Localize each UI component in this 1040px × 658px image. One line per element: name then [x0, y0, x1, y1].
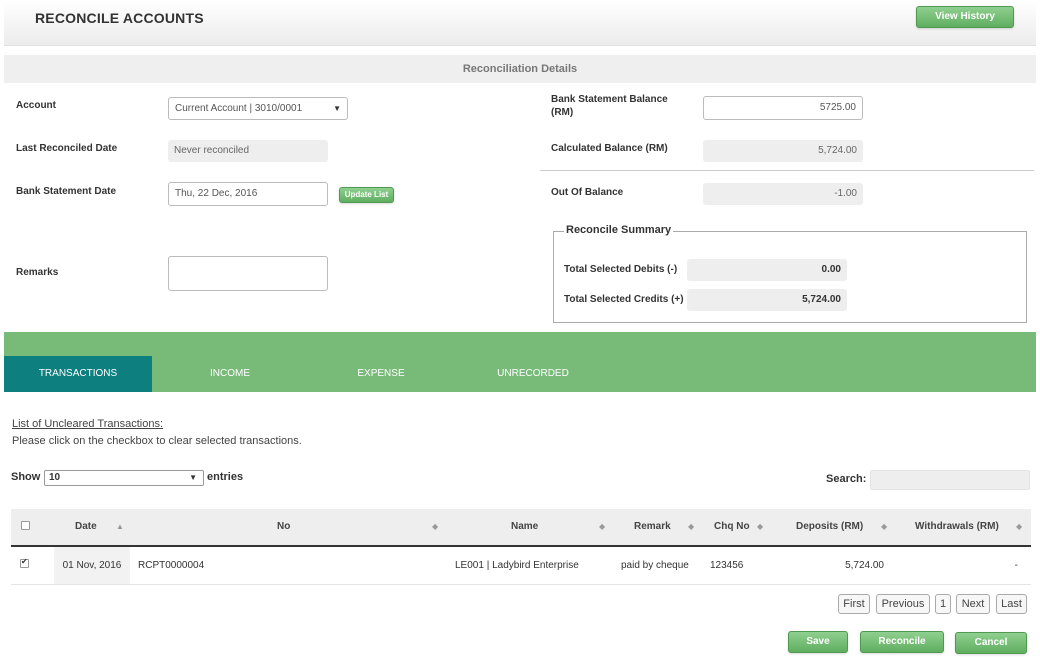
last-reconciled-value: Never reconciled [168, 140, 328, 162]
bank-balance-label: Bank Statement Balance [551, 94, 668, 105]
remarks-textarea[interactable] [168, 256, 328, 291]
column-deposits[interactable]: Deposits (RM) [796, 509, 863, 545]
column-remark[interactable]: Remark [634, 509, 671, 545]
row-checkbox[interactable] [20, 557, 29, 568]
tab-income[interactable]: INCOME [156, 356, 304, 392]
show-label: Show [11, 471, 41, 483]
page-title: RECONCILE ACCOUNTS [35, 10, 204, 26]
select-all-checkbox[interactable] [21, 521, 30, 530]
remarks-label: Remarks [16, 267, 59, 278]
credits-value: 5,724.00 [687, 289, 847, 311]
cell-chq-no: 123456 [710, 560, 744, 571]
divider [540, 170, 1034, 171]
bank-balance-input[interactable]: 5725.00 [703, 96, 863, 120]
out-of-balance-value: -1.00 [703, 183, 863, 205]
save-button[interactable]: Save [788, 631, 848, 653]
caret-down-icon: ▼ [189, 473, 197, 482]
out-of-balance-label: Out Of Balance [551, 187, 624, 198]
credits-label: Total Selected Credits (+) [564, 294, 684, 305]
column-date[interactable]: Date [75, 509, 97, 545]
search-label: Search: [826, 473, 867, 485]
pagination-last[interactable]: Last [996, 594, 1027, 614]
statement-date-label: Bank Statement Date [16, 186, 117, 197]
column-no[interactable]: No [277, 509, 290, 545]
statement-date-input[interactable]: Thu, 22 Dec, 2016 [168, 182, 328, 206]
pagination-page[interactable]: 1 [935, 594, 951, 614]
last-reconciled-label: Last Reconciled Date [16, 143, 118, 154]
sort-arrows-icon: ◆ [881, 522, 888, 531]
pagination-next[interactable]: Next [956, 594, 990, 614]
sort-arrows-icon: ◆ [599, 522, 606, 531]
bank-balance-label-unit: (RM) [551, 107, 574, 118]
pagination-previous[interactable]: Previous [876, 594, 930, 614]
cell-name: LE001 | Ladybird Enterprise [455, 560, 579, 571]
cancel-button[interactable]: Cancel [955, 632, 1027, 654]
search-input[interactable] [870, 470, 1030, 490]
tab-expense[interactable]: EXPENSE [307, 356, 455, 392]
sort-asc-icon: ▲ [116, 522, 124, 531]
account-label: Account [16, 100, 56, 111]
debits-value: 0.00 [687, 259, 847, 281]
calc-balance-label: Calculated Balance (RM) [551, 143, 668, 154]
cell-date: 01 Nov, 2016 [54, 547, 130, 584]
entries-select[interactable]: 10 ▼ [44, 470, 204, 486]
table-header: Date ▲ No ◆ Name ◆ Remark ◆ Chq No ◆ Dep… [11, 509, 1031, 547]
list-hint: Please click on the checkbox to clear se… [12, 435, 302, 447]
view-history-button[interactable]: View History [916, 6, 1014, 28]
debits-label: Total Selected Debits (-) [564, 264, 678, 275]
sort-arrows-icon: ◆ [1016, 522, 1023, 531]
list-title: List of Uncleared Transactions: [12, 418, 164, 430]
sort-arrows-icon: ◆ [757, 522, 764, 531]
cell-no: RCPT0000004 [138, 560, 205, 571]
entries-label: entries [207, 471, 244, 483]
column-withdrawals[interactable]: Withdrawals (RM) [915, 509, 999, 545]
table-row[interactable]: 01 Nov, 2016 RCPT0000004 LE001 | Ladybir… [11, 547, 1031, 585]
reconcile-button[interactable]: Reconcile [860, 631, 944, 653]
pagination-first[interactable]: First [838, 594, 870, 614]
tabs-bar: TRANSACTIONS INCOME EXPENSE UNRECORDED T… [4, 332, 1036, 415]
reconcile-summary: Reconcile Summary Total Selected Debits … [553, 224, 1027, 323]
update-list-button[interactable]: Update List [339, 187, 394, 203]
section-title: Reconciliation Details [4, 55, 1036, 83]
entries-select-value: 10 [49, 472, 61, 483]
summary-title: Reconcile Summary [564, 224, 674, 236]
sort-arrows-icon: ◆ [688, 522, 695, 531]
account-select-value: Current Account | 3010/0001 [175, 103, 303, 114]
tab-transactions[interactable]: TRANSACTIONS [4, 356, 152, 392]
cell-deposits: 5,724.00 [845, 560, 884, 571]
tab-unrecorded-transactions[interactable]: UNRECORDED TRANSACTIONS [459, 356, 607, 415]
column-name[interactable]: Name [511, 509, 538, 545]
cell-remark: paid by cheque [621, 560, 689, 571]
caret-down-icon: ▼ [333, 104, 341, 113]
account-select[interactable]: Current Account | 3010/0001 ▼ [168, 97, 348, 120]
calc-balance-value: 5,724.00 [703, 140, 863, 162]
sort-arrows-icon: ◆ [432, 522, 439, 531]
column-chq-no[interactable]: Chq No [714, 509, 750, 545]
page-header: RECONCILE ACCOUNTS View History [4, 0, 1036, 46]
cell-withdrawals: - [1014, 560, 1018, 571]
